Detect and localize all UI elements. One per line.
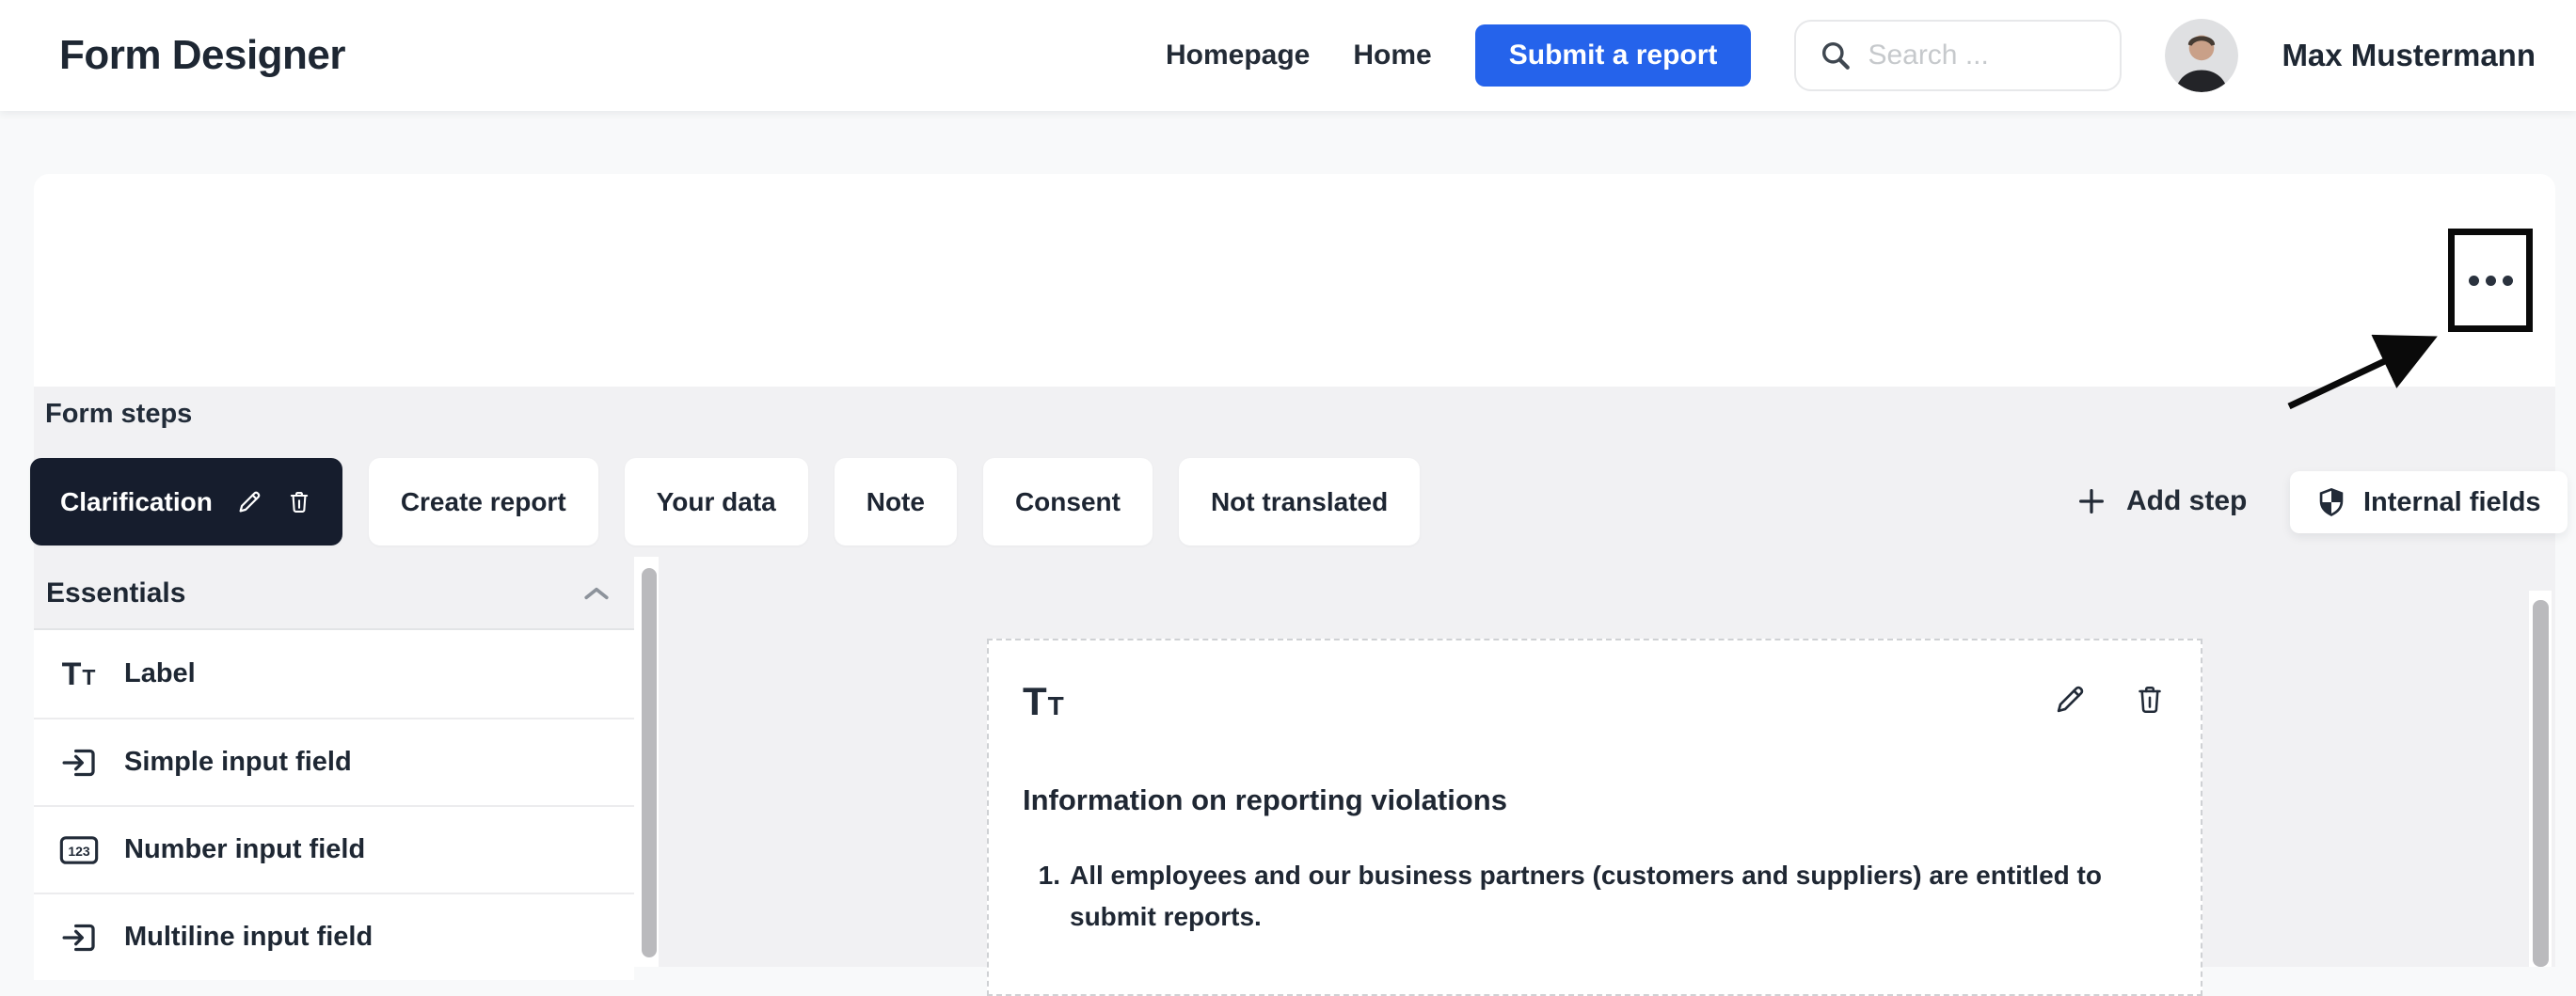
user-name[interactable]: Max Mustermann <box>2282 38 2536 73</box>
add-step-label: Add step <box>2126 485 2248 516</box>
canvas-block-label: TT Information on reporting violations 1… <box>987 639 2202 996</box>
add-step-button[interactable]: Add step <box>2075 470 2247 532</box>
pencil-icon[interactable] <box>2052 682 2088 718</box>
annotation-highlight-box <box>2448 229 2533 332</box>
text-icon: TT <box>1023 679 1065 723</box>
search-input[interactable] <box>1868 40 2102 71</box>
step-tab-clarification[interactable]: Clarification <box>30 458 342 545</box>
plus-icon <box>2075 485 2107 517</box>
chevron-up-icon[interactable] <box>583 586 610 601</box>
palette-item-label[interactable]: TT Label <box>34 630 634 718</box>
palette-item-number-input[interactable]: 123 Number input field <box>34 805 634 893</box>
essentials-label: Essentials <box>46 577 186 609</box>
search-box[interactable] <box>1794 20 2123 91</box>
trash-icon[interactable] <box>2133 683 2167 717</box>
trash-icon[interactable] <box>286 489 312 515</box>
pencil-icon[interactable] <box>235 488 263 516</box>
palette-list: TT Label Simple input field 123 Number i… <box>34 628 634 980</box>
palette-item-simple-input[interactable]: Simple input field <box>34 718 634 805</box>
block-heading: Information on reporting violations <box>1023 783 1507 816</box>
internal-fields-button[interactable]: Internal fields <box>2290 471 2568 533</box>
palette-scrollbar-thumb[interactable] <box>642 568 657 957</box>
step-tab-note[interactable]: Note <box>834 458 957 545</box>
page-title: Form Designer <box>59 32 346 78</box>
svg-text:123: 123 <box>68 843 90 858</box>
shield-icon <box>2316 487 2346 517</box>
more-button[interactable] <box>2468 275 2513 286</box>
ellipsis-icon <box>2468 275 2479 286</box>
canvas-scrollbar-thumb[interactable] <box>2533 600 2549 967</box>
form-steps-row: Clarification Create report Your data No… <box>30 458 1421 545</box>
user-avatar[interactable] <box>2165 19 2239 92</box>
header: Form Designer Homepage Home Submit a rep… <box>0 0 2576 111</box>
palette-section-essentials[interactable]: Essentials <box>34 559 634 628</box>
nav-item-home[interactable]: Home <box>1353 40 1431 71</box>
step-tab-consent[interactable]: Consent <box>982 458 1153 545</box>
list-item-number: 1. <box>1038 861 1060 890</box>
nav-item-homepage[interactable]: Homepage <box>1166 40 1310 71</box>
step-tab-your-data[interactable]: Your data <box>624 458 808 545</box>
submit-report-button[interactable]: Submit a report <box>1474 24 1752 87</box>
search-icon <box>1819 39 1852 72</box>
form-steps-label: Form steps <box>45 399 193 429</box>
step-tab-create-report[interactable]: Create report <box>368 458 598 545</box>
number-123-icon: 123 <box>56 835 102 865</box>
block-list: 1. All employees and our business partne… <box>1023 855 2167 938</box>
form-settings-panel <box>34 174 2555 387</box>
input-icon <box>56 747 102 779</box>
step-label: Clarification <box>60 486 213 516</box>
step-tab-not-translated[interactable]: Not translated <box>1178 458 1421 545</box>
list-item: 1. All employees and our business partne… <box>1023 855 2142 938</box>
input-icon <box>56 922 102 954</box>
header-right-cluster: Homepage Home Submit a report Max <box>1166 19 2536 92</box>
palette-item-multiline-input[interactable]: Multiline input field <box>34 893 634 980</box>
list-item-text: All employees and our business partners … <box>1070 861 2102 932</box>
internal-fields-label: Internal fields <box>2363 486 2541 517</box>
text-icon: TT <box>61 656 97 692</box>
